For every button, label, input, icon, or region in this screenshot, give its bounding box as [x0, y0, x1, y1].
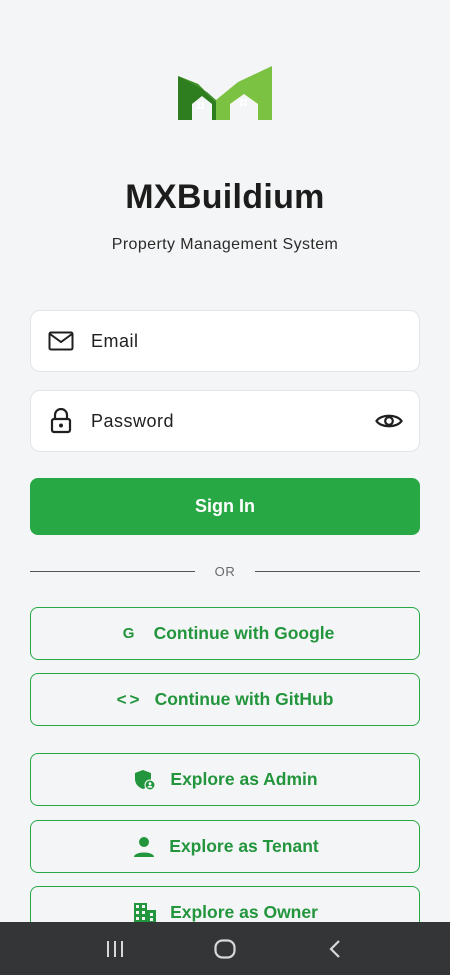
divider-text: OR [214, 563, 236, 579]
tenant-button-label: Explore as Tenant [169, 836, 319, 856]
recent-apps-icon[interactable] [95, 929, 135, 969]
explore-as-tenant-button[interactable]: Explore as Tenant [30, 820, 420, 873]
password-input[interactable] [91, 410, 373, 432]
or-divider: OR [30, 562, 420, 580]
divider-line-right [255, 570, 420, 572]
lock-icon [47, 407, 75, 435]
google-button-label: Continue with Google [153, 623, 335, 643]
admin-button-label: Explore as Admin [170, 769, 318, 789]
app-subtitle: Property Management System [111, 236, 339, 253]
password-field[interactable] [30, 390, 420, 452]
back-icon[interactable] [315, 929, 355, 969]
building-icon [132, 902, 158, 924]
code-icon: <> [116, 689, 143, 709]
system-navigation-bar [0, 922, 450, 975]
email-input[interactable] [91, 330, 419, 352]
continue-with-github-button[interactable]: <> Continue with GitHub [30, 673, 420, 726]
status-bar [0, 0, 450, 40]
github-button-label: Continue with GitHub [154, 689, 334, 709]
app-title: MXBuildium [125, 178, 325, 216]
sign-in-button[interactable]: Sign In [30, 478, 420, 535]
eye-icon[interactable] [373, 407, 405, 435]
app-logo [178, 66, 272, 120]
google-icon: G [122, 625, 135, 642]
home-icon[interactable] [205, 929, 245, 969]
mail-icon [47, 327, 75, 355]
continue-with-google-button[interactable]: G Continue with Google [30, 607, 420, 660]
owner-button-label: Explore as Owner [170, 902, 318, 922]
email-field[interactable] [30, 310, 420, 372]
divider-line-left [30, 570, 195, 572]
shield-user-icon [132, 769, 158, 791]
explore-as-admin-button[interactable]: Explore as Admin [30, 753, 420, 806]
person-icon [131, 836, 157, 858]
